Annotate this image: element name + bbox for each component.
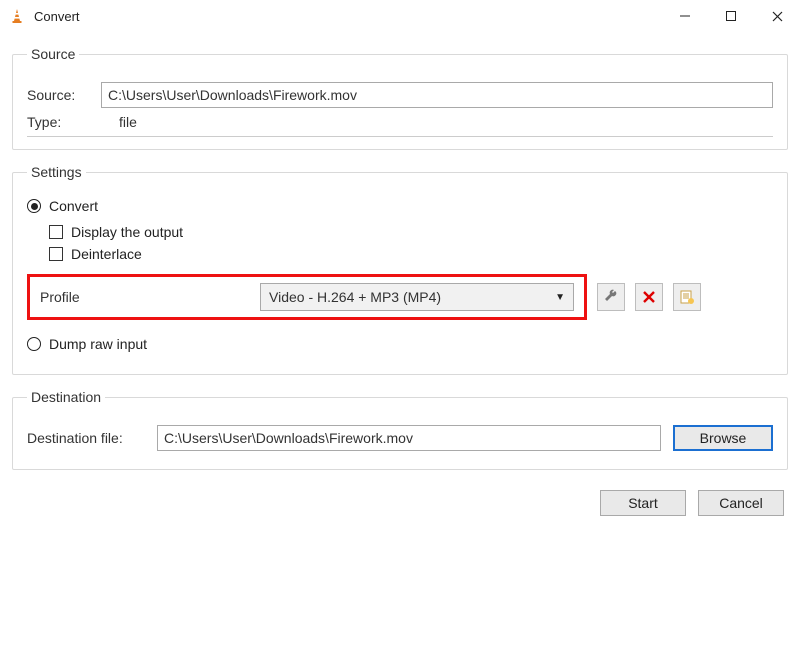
cancel-button-label: Cancel: [719, 495, 763, 511]
destination-input[interactable]: [157, 425, 661, 451]
window-title: Convert: [34, 9, 80, 24]
deinterlace-label: Deinterlace: [71, 246, 142, 262]
deinterlace-checkbox[interactable]: Deinterlace: [49, 246, 773, 262]
dump-raw-label: Dump raw input: [49, 336, 147, 352]
dialog-buttons: Start Cancel: [12, 484, 788, 516]
chevron-down-icon: ▼: [555, 292, 565, 303]
destination-group: Destination Destination file: Browse: [12, 389, 788, 470]
vlc-cone-icon: [8, 7, 26, 25]
browse-button[interactable]: Browse: [673, 425, 773, 451]
type-value: file: [119, 114, 137, 130]
source-legend: Source: [27, 46, 79, 62]
convert-radio[interactable]: Convert: [27, 198, 773, 214]
start-button[interactable]: Start: [600, 490, 686, 516]
x-icon: [642, 290, 656, 304]
radio-icon: [27, 199, 41, 213]
display-output-label: Display the output: [71, 224, 183, 240]
dump-raw-radio[interactable]: Dump raw input: [27, 336, 773, 352]
destination-legend: Destination: [27, 389, 105, 405]
radio-icon: [27, 337, 41, 351]
display-output-checkbox[interactable]: Display the output: [49, 224, 773, 240]
titlebar: Convert: [0, 0, 800, 32]
delete-profile-button[interactable]: [635, 283, 663, 311]
maximize-button[interactable]: [708, 0, 754, 32]
edit-profile-button[interactable]: [597, 283, 625, 311]
source-input[interactable]: [101, 82, 773, 108]
cancel-button[interactable]: Cancel: [698, 490, 784, 516]
new-doc-icon: [679, 289, 695, 305]
profile-highlight: Profile Video - H.264 + MP3 (MP4) ▼: [27, 274, 587, 320]
source-divider: [27, 136, 773, 137]
checkbox-icon: [49, 225, 63, 239]
profile-value: Video - H.264 + MP3 (MP4): [269, 289, 441, 305]
browse-button-label: Browse: [700, 430, 747, 446]
wrench-icon: [603, 289, 619, 305]
source-label: Source:: [27, 87, 101, 103]
start-button-label: Start: [628, 495, 658, 511]
close-button[interactable]: [754, 0, 800, 32]
source-group: Source Source: Type: file: [12, 46, 788, 150]
checkbox-icon: [49, 247, 63, 261]
profile-label: Profile: [40, 289, 260, 305]
window-controls: [662, 0, 800, 32]
destination-label: Destination file:: [27, 430, 157, 446]
new-profile-button[interactable]: [673, 283, 701, 311]
convert-radio-label: Convert: [49, 198, 98, 214]
type-label: Type:: [27, 114, 101, 130]
settings-legend: Settings: [27, 164, 86, 180]
minimize-button[interactable]: [662, 0, 708, 32]
profile-select[interactable]: Video - H.264 + MP3 (MP4) ▼: [260, 283, 574, 311]
settings-group: Settings Convert Display the output Dein…: [12, 164, 788, 375]
